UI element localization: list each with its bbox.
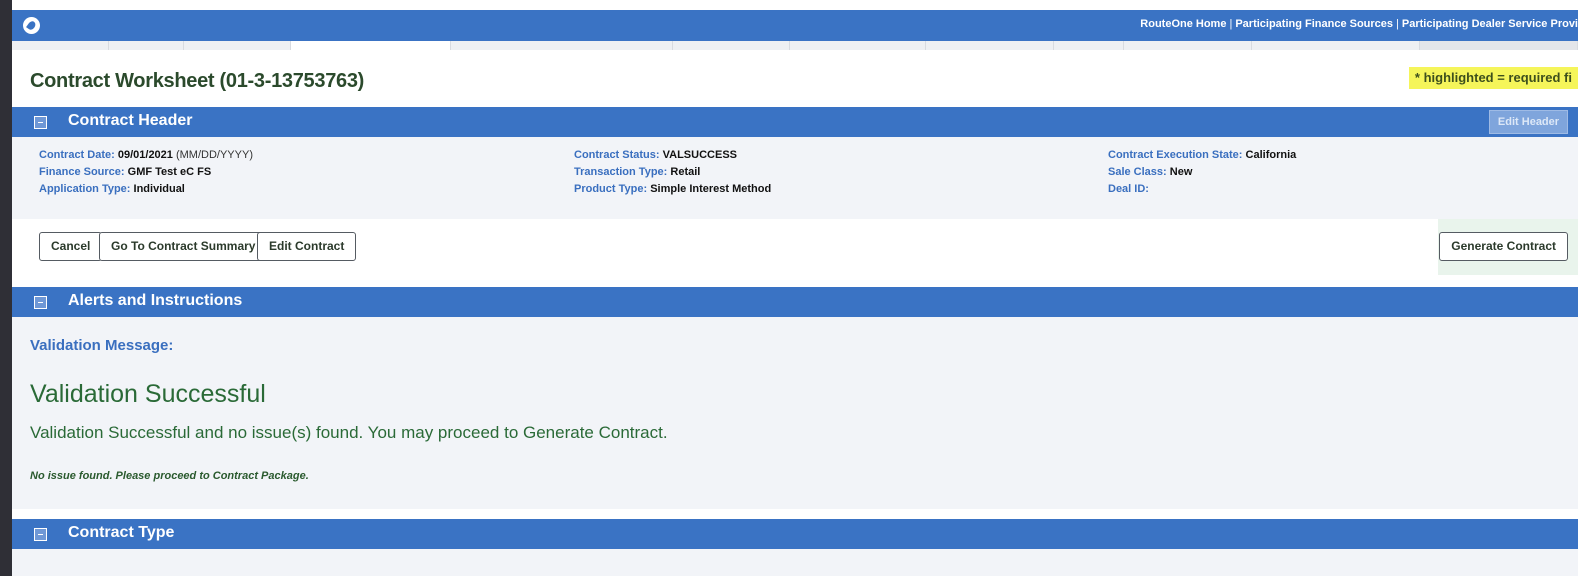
top-navigation-bar: RouteOne Home | Participating Finance Sour… [12, 10, 1578, 41]
section-title: Contract Type [68, 524, 175, 541]
contract-header-section: Contract Header Edit Header Contract Dat… [12, 107, 1578, 275]
field-contract-status: Contract Status: VALSUCCESS [574, 147, 771, 164]
menu-tab[interactable] [1124, 41, 1252, 50]
header-fields-column-3: Contract Execution State: California Sal… [1108, 147, 1296, 198]
field-label: Deal ID: [1108, 183, 1149, 195]
field-application-type: Application Type: Individual [39, 181, 253, 198]
collapse-icon[interactable] [34, 528, 47, 541]
menu-tab[interactable] [926, 41, 1054, 50]
field-finance-source: Finance Source: GMF Test eC FS [39, 164, 253, 181]
field-value: VALSUCCESS [662, 149, 737, 161]
menu-tab[interactable] [1420, 41, 1578, 50]
field-product-type: Product Type: Simple Interest Method [574, 181, 771, 198]
field-value: Individual [133, 183, 185, 195]
alerts-section: Alerts and Instructions Validation Messa… [12, 287, 1578, 509]
menu-tab[interactable] [184, 41, 291, 50]
menu-tab-active[interactable] [291, 41, 451, 50]
menu-tab[interactable] [451, 41, 673, 50]
menu-tab[interactable] [673, 41, 790, 50]
field-sale-class: Sale Class: New [1108, 164, 1296, 181]
field-label: Sale Class: [1108, 166, 1167, 178]
edit-header-button[interactable]: Edit Header [1489, 110, 1568, 134]
field-label: Finance Source: [39, 166, 125, 178]
field-value: GMF Test eC FS [127, 166, 212, 178]
validation-note: No issue found. Please proceed to Contra… [30, 470, 309, 482]
link-routeone-home[interactable]: RouteOne Home [1140, 18, 1226, 30]
field-value: California [1245, 149, 1297, 161]
field-value: Retail [670, 166, 701, 178]
field-transaction-type: Transaction Type: Retail [574, 164, 771, 181]
link-separator: | [1229, 18, 1233, 30]
field-execution-state: Contract Execution State: California [1108, 147, 1296, 164]
field-value: 09/01/2021 [117, 149, 173, 161]
menu-tab-strip [12, 41, 1578, 50]
alerts-bar: Alerts and Instructions [12, 287, 1578, 317]
window-left-edge [0, 0, 12, 576]
field-value: Simple Interest Method [650, 183, 772, 195]
link-participating-dealer-service-providers[interactable]: Participating Dealer Service Provi [1402, 18, 1578, 30]
menu-tab[interactable] [12, 41, 109, 50]
field-deal-id: Deal ID: [1108, 181, 1296, 198]
menu-tab[interactable] [109, 41, 184, 50]
top-links: RouteOne Home | Participating Finance Sour… [1140, 18, 1578, 30]
validation-text: Validation Successful and no issue(s) fo… [30, 423, 668, 442]
field-label: Contract Date: [39, 149, 115, 161]
cancel-button[interactable]: Cancel [39, 232, 103, 261]
field-value: New [1169, 166, 1193, 178]
header-fields-column-1: Contract Date: 09/01/2021 (MM/DD/YYYY) F… [39, 147, 253, 198]
section-title: Alerts and Instructions [68, 292, 243, 309]
field-label: Contract Status: [574, 149, 660, 161]
action-button-row: Cancel Go To Contract Summary Edit Contr… [12, 219, 1578, 275]
menu-tab[interactable] [1252, 41, 1420, 50]
contract-type-section: Contract Type [12, 519, 1578, 576]
field-label: Contract Execution State: [1108, 149, 1243, 161]
generate-contract-area: Generate Contract [1438, 219, 1578, 275]
link-separator: | [1396, 18, 1399, 30]
validation-message-label: Validation Message: [30, 337, 174, 354]
field-label: Transaction Type: [574, 166, 668, 178]
link-participating-finance-sources[interactable]: Participating Finance Sources [1235, 18, 1393, 30]
routeone-logo-icon[interactable] [23, 17, 40, 34]
collapse-icon[interactable] [34, 116, 47, 129]
validation-heading: Validation Successful [30, 380, 266, 408]
generate-contract-button[interactable]: Generate Contract [1439, 232, 1568, 261]
page-title: Contract Worksheet (01-3-13753763) [30, 70, 365, 92]
contract-type-bar: Contract Type [12, 519, 1578, 549]
field-label: Application Type: [39, 183, 131, 195]
field-format-hint: (MM/DD/YYYY) [175, 149, 253, 161]
menu-tab[interactable] [790, 41, 926, 50]
menu-tab[interactable] [1054, 41, 1124, 50]
required-fields-note: * highlighted = required fi [1408, 67, 1578, 89]
field-contract-date: Contract Date: 09/01/2021 (MM/DD/YYYY) [39, 147, 253, 164]
collapse-icon[interactable] [34, 296, 47, 309]
edit-contract-button[interactable]: Edit Contract [257, 232, 357, 261]
contract-header-bar: Contract Header Edit Header [12, 107, 1578, 137]
section-title: Contract Header [68, 112, 193, 129]
go-to-contract-summary-button[interactable]: Go To Contract Summary [99, 232, 268, 261]
field-label: Product Type: [574, 183, 648, 195]
header-fields-column-2: Contract Status: VALSUCCESS Transaction … [574, 147, 771, 198]
